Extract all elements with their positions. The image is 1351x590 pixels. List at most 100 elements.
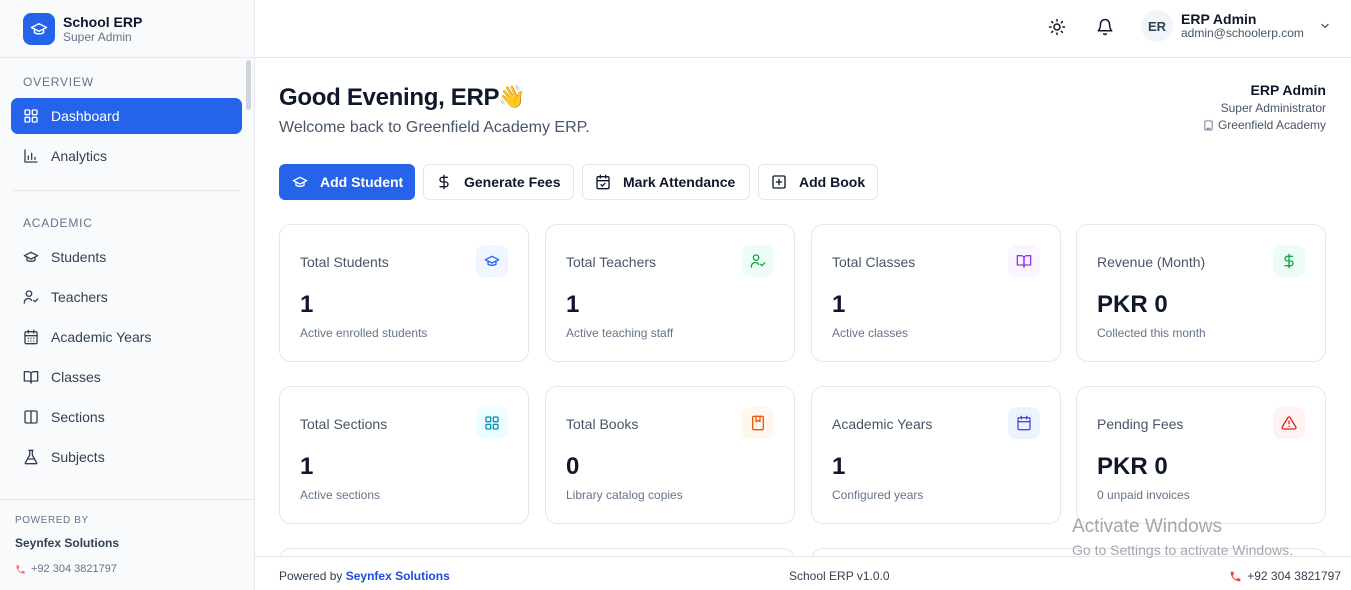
sidebar-divider (12, 190, 241, 191)
stat-card-total-sections[interactable]: Total Sections 1 Active sections (279, 386, 529, 524)
phone-text: +92 304 3821797 (31, 563, 117, 575)
plus-square-icon (772, 175, 786, 189)
card-value: 1 (300, 291, 314, 318)
page-footer: Powered by Seynfex Solutions School ERP … (255, 556, 1351, 590)
card-title: Total Teachers (566, 254, 657, 270)
sidebar-item-label: Academic Years (51, 329, 152, 345)
user-check-icon (742, 245, 774, 277)
card-subtitle: Configured years (832, 488, 924, 502)
graduation-cap-icon (476, 245, 508, 277)
stat-card-revenue-month[interactable]: Revenue (Month) PKR 0 Collected this mon… (1076, 224, 1326, 362)
brand-title: School ERP (63, 13, 143, 30)
page-title: Good Evening, ERP (279, 84, 500, 111)
bell-icon[interactable] (1096, 18, 1114, 36)
user-info: ERP Admin Super Administrator Greenfield… (1203, 82, 1326, 132)
avatar[interactable]: ER (1141, 10, 1173, 42)
footer-phone[interactable]: +92 304 3821797 (1229, 569, 1341, 583)
info-name: ERP Admin (1250, 82, 1326, 98)
stat-card-total-students[interactable]: Total Students 1 Active enrolled student… (279, 224, 529, 362)
sidebar-phone[interactable]: +92 304 3821797 (15, 563, 254, 575)
card-title: Pending Fees (1097, 416, 1184, 432)
school-name: Greenfield Academy (1217, 118, 1326, 132)
card-value: 1 (832, 453, 846, 480)
mark-attendance-button[interactable]: Mark Attendance (582, 164, 750, 200)
chevron-down-icon[interactable] (1319, 20, 1331, 32)
calendar-check-icon (596, 174, 610, 190)
info-role: Super Administrator (1220, 101, 1326, 115)
powered-by-label: POWERED BY (15, 515, 89, 526)
bar-chart-icon (24, 149, 38, 163)
stat-card-pending-fees[interactable]: Pending Fees PKR 0 0 unpaid invoices (1076, 386, 1326, 524)
generate-fees-button[interactable]: Generate Fees (423, 164, 574, 200)
stat-card-total-books[interactable]: Total Books 0 Library catalog copies (545, 386, 795, 524)
sidebar-item-label: Sections (51, 409, 105, 425)
sun-icon[interactable] (1048, 18, 1066, 36)
card-title: Total Sections (300, 416, 388, 432)
activate-windows-subtitle: Go to Settings to activate Windows. (1072, 542, 1293, 558)
card-subtitle: 0 unpaid invoices (1097, 488, 1190, 502)
wave-emoji: 👋 (498, 84, 526, 109)
sidebar-item-sections[interactable]: Sections (11, 399, 242, 435)
add-book-button[interactable]: Add Book (758, 164, 878, 200)
graduation-cap-icon (23, 12, 55, 45)
user-email: admin@schoolerp.com (1181, 26, 1304, 40)
section-label-overview: OVERVIEW (23, 75, 94, 89)
phone-icon (1230, 571, 1241, 581)
sidebar-item-analytics[interactable]: Analytics (11, 138, 242, 174)
sidebar-item-label: Classes (51, 369, 101, 385)
sidebar-item-label: Subjects (51, 449, 105, 465)
section-label-academic: ACADEMIC (23, 216, 93, 230)
card-title: Total Students (300, 254, 389, 270)
activate-windows-title: Activate Windows (1072, 516, 1222, 537)
footer-powered-prefix: Powered by (279, 569, 343, 583)
card-subtitle: Active classes (832, 326, 909, 340)
sidebar-item-teachers[interactable]: Teachers (11, 279, 242, 315)
sidebar-item-label: Students (51, 249, 107, 265)
welcome-text: Welcome back to Greenfield Academy ERP. (279, 119, 590, 136)
sidebar-footer: POWERED BY Seynfex Solutions +92 304 382… (0, 499, 254, 590)
sidebar-item-students[interactable]: Students (11, 239, 242, 275)
stat-card-academic-years[interactable]: Academic Years 1 Configured years (811, 386, 1061, 524)
add-student-button[interactable]: Add Student (279, 164, 415, 200)
card-subtitle: Library catalog copies (566, 488, 683, 502)
graduation-cap-icon (23, 251, 39, 262)
button-label: Generate Fees (464, 174, 561, 190)
stat-card-total-teachers[interactable]: Total Teachers 1 Active teaching staff (545, 224, 795, 362)
user-name[interactable]: ERP Admin (1181, 11, 1256, 27)
stat-card-total-classes[interactable]: Total Classes 1 Active classes (811, 224, 1061, 362)
card-title: Total Classes (832, 254, 916, 270)
card-subtitle: Active teaching staff (566, 326, 674, 340)
calendar-icon (24, 329, 38, 345)
sidebar-scrollbar[interactable] (246, 60, 251, 110)
phone-icon (16, 564, 25, 574)
grid-icon (24, 109, 38, 123)
button-label: Add Book (799, 174, 866, 190)
brand[interactable]: School ERP Super Admin (0, 0, 254, 58)
company-name: Seynfex Solutions (15, 536, 120, 550)
book-open-icon (23, 371, 39, 384)
card-value: PKR 0 (1097, 453, 1168, 480)
dollar-icon (1273, 245, 1305, 277)
book-icon (742, 407, 774, 439)
sidebar-item-subjects[interactable]: Subjects (11, 439, 242, 475)
topbar: ER ERP Admin admin@schoolerp.com (255, 0, 1351, 58)
flask-icon (24, 449, 38, 465)
grid-icon (476, 407, 508, 439)
info-school: Greenfield Academy (1203, 118, 1326, 132)
card-value: PKR 0 (1097, 291, 1168, 318)
sidebar-item-label: Dashboard (51, 108, 120, 124)
dollar-icon (439, 174, 449, 190)
sidebar-item-academic-years[interactable]: Academic Years (11, 319, 242, 355)
footer-version: School ERP v1.0.0 (789, 569, 890, 583)
footer-company-link[interactable]: Seynfex Solutions (346, 569, 450, 583)
card-subtitle: Active sections (300, 488, 381, 502)
user-check-icon (23, 290, 39, 304)
card-value: 1 (300, 453, 314, 480)
book-open-icon (1008, 245, 1040, 277)
sidebar-item-classes[interactable]: Classes (11, 359, 242, 395)
sidebar-item-dashboard[interactable]: Dashboard (11, 98, 242, 134)
calendar-icon (1008, 407, 1040, 439)
footer-phone-text: +92 304 3821797 (1247, 569, 1341, 583)
button-label: Add Student (320, 174, 404, 190)
card-title: Academic Years (832, 416, 933, 432)
